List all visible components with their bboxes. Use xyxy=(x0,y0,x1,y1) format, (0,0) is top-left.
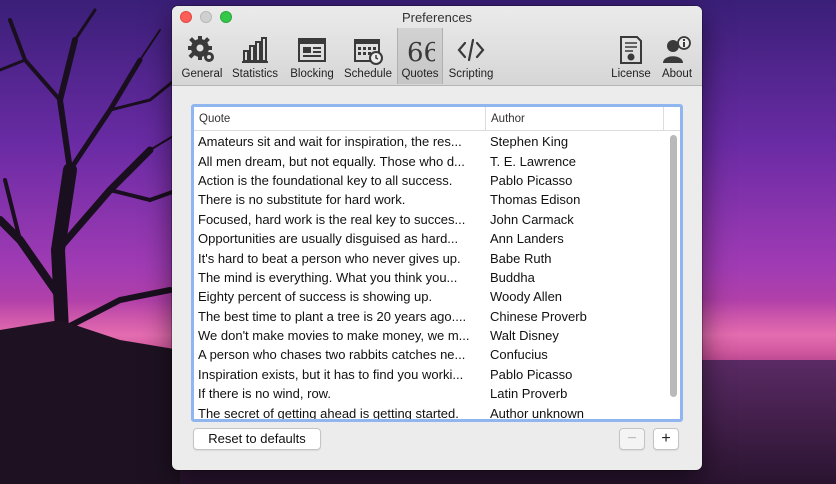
tab-label: Blocking xyxy=(290,68,334,80)
code-icon xyxy=(456,35,486,65)
tab-label: License xyxy=(611,68,651,80)
author-cell[interactable]: Pablo Picasso xyxy=(487,173,664,188)
bare-tree-silhouette xyxy=(0,8,180,484)
table-row[interactable]: A person who chases two rabbits catches … xyxy=(194,345,664,364)
quotes-table[interactable]: Quote Author Amateurs sit and wait for i… xyxy=(191,104,683,422)
quote-cell[interactable]: Action is the foundational key to all su… xyxy=(194,173,487,188)
table-row[interactable]: The mind is everything. What you think y… xyxy=(194,268,664,287)
table-row[interactable]: Inspiration exists, but it has to find y… xyxy=(194,365,664,384)
tab-label: About xyxy=(661,68,693,80)
author-cell[interactable]: Buddha xyxy=(487,270,664,285)
author-cell[interactable]: Walt Disney xyxy=(487,328,664,343)
author-cell[interactable]: Babe Ruth xyxy=(487,251,664,266)
svg-text:66: 66 xyxy=(407,38,435,65)
quote-cell[interactable]: Inspiration exists, but it has to find y… xyxy=(194,367,487,382)
author-cell[interactable]: Chinese Proverb xyxy=(487,309,664,324)
certificate-icon xyxy=(616,35,646,65)
table-row[interactable]: If there is no wind, row. Latin Proverb xyxy=(194,384,664,403)
table-row[interactable]: Opportunities are usually disguised as h… xyxy=(194,229,664,248)
author-cell[interactable]: Author unknown xyxy=(487,406,664,419)
table-row[interactable]: The secret of getting ahead is getting s… xyxy=(194,403,664,419)
tab-about[interactable]: About xyxy=(656,28,698,84)
quote-icon: 66 xyxy=(405,35,435,65)
tab-quotes[interactable]: 66 Quotes xyxy=(397,28,443,84)
title-bar: Preferences General Statistics Blocking … xyxy=(172,6,702,86)
tab-label: General xyxy=(181,68,223,80)
preferences-window: Preferences General Statistics Blocking … xyxy=(172,6,702,470)
author-cell[interactable]: Thomas Edison xyxy=(487,192,664,207)
table-row[interactable]: We don't make movies to make money, we m… xyxy=(194,326,664,345)
tab-schedule[interactable]: Schedule xyxy=(341,28,395,84)
tab-general[interactable]: General xyxy=(178,28,226,84)
author-cell[interactable]: Pablo Picasso xyxy=(487,367,664,382)
author-cell[interactable]: Stephen King xyxy=(487,134,664,149)
column-header-quote[interactable]: Quote xyxy=(194,107,486,130)
tab-statistics[interactable]: Statistics xyxy=(228,28,282,84)
quote-cell[interactable]: Eighty percent of success is showing up. xyxy=(194,289,487,304)
author-cell[interactable]: Confucius xyxy=(487,347,664,362)
quote-cell[interactable]: There is no substitute for hard work. xyxy=(194,192,487,207)
author-cell[interactable]: John Carmack xyxy=(487,212,664,227)
quote-cell[interactable]: All men dream, but not equally. Those wh… xyxy=(194,154,487,169)
author-cell[interactable]: T. E. Lawrence xyxy=(487,154,664,169)
remove-quote-button[interactable]: − xyxy=(619,428,645,450)
table-row[interactable]: All men dream, but not equally. Those wh… xyxy=(194,151,664,170)
table-body: Amateurs sit and wait for inspiration, t… xyxy=(194,132,664,419)
quote-cell[interactable]: The best time to plant a tree is 20 year… xyxy=(194,309,487,324)
quote-cell[interactable]: A person who chases two rabbits catches … xyxy=(194,347,487,362)
person-info-icon xyxy=(662,35,692,65)
tab-label: Statistics xyxy=(231,68,278,80)
quote-cell[interactable]: If there is no wind, row. xyxy=(194,386,487,401)
quote-cell[interactable]: The secret of getting ahead is getting s… xyxy=(194,406,487,419)
table-row[interactable]: It's hard to beat a person who never giv… xyxy=(194,248,664,267)
quotes-pane: Quote Author Amateurs sit and wait for i… xyxy=(172,86,702,470)
tab-label: Quotes xyxy=(401,68,439,80)
quote-cell[interactable]: The mind is everything. What you think y… xyxy=(194,270,487,285)
quote-cell[interactable]: Amateurs sit and wait for inspiration, t… xyxy=(194,134,487,149)
add-quote-button[interactable]: + xyxy=(653,428,679,450)
author-cell[interactable]: Woody Allen xyxy=(487,289,664,304)
gear-icon xyxy=(187,35,217,65)
tab-license[interactable]: License xyxy=(608,28,654,84)
author-cell[interactable]: Latin Proverb xyxy=(487,386,664,401)
window-title: Preferences xyxy=(401,10,473,25)
reset-to-defaults-button[interactable]: Reset to defaults xyxy=(193,428,321,450)
table-header: Quote Author xyxy=(194,107,680,131)
tab-label: Schedule xyxy=(344,68,392,80)
table-row[interactable]: Eighty percent of success is showing up.… xyxy=(194,287,664,306)
table-row[interactable]: Focused, hard work is the real key to su… xyxy=(194,210,664,229)
quote-cell[interactable]: Opportunities are usually disguised as h… xyxy=(194,231,487,246)
quote-cell[interactable]: Focused, hard work is the real key to su… xyxy=(194,212,487,227)
tab-scripting[interactable]: Scripting xyxy=(444,28,498,84)
table-row[interactable]: Action is the foundational key to all su… xyxy=(194,171,664,190)
table-row[interactable]: The best time to plant a tree is 20 year… xyxy=(194,307,664,326)
browser-window-icon xyxy=(297,35,327,65)
author-cell[interactable]: Ann Landers xyxy=(487,231,664,246)
quote-cell[interactable]: We don't make movies to make money, we m… xyxy=(194,328,487,343)
quote-cell[interactable]: It's hard to beat a person who never giv… xyxy=(194,251,487,266)
preferences-toolbar: General Statistics Blocking Schedule 66 … xyxy=(172,28,702,86)
calendar-icon xyxy=(353,35,383,65)
column-header-author[interactable]: Author xyxy=(486,107,664,130)
tab-blocking[interactable]: Blocking xyxy=(285,28,339,84)
tab-label: Scripting xyxy=(448,68,494,80)
table-row[interactable]: Amateurs sit and wait for inspiration, t… xyxy=(194,132,664,151)
table-row[interactable]: There is no substitute for hard work. Tho… xyxy=(194,190,664,209)
bar-chart-icon xyxy=(240,35,270,65)
vertical-scrollbar[interactable] xyxy=(670,135,677,397)
